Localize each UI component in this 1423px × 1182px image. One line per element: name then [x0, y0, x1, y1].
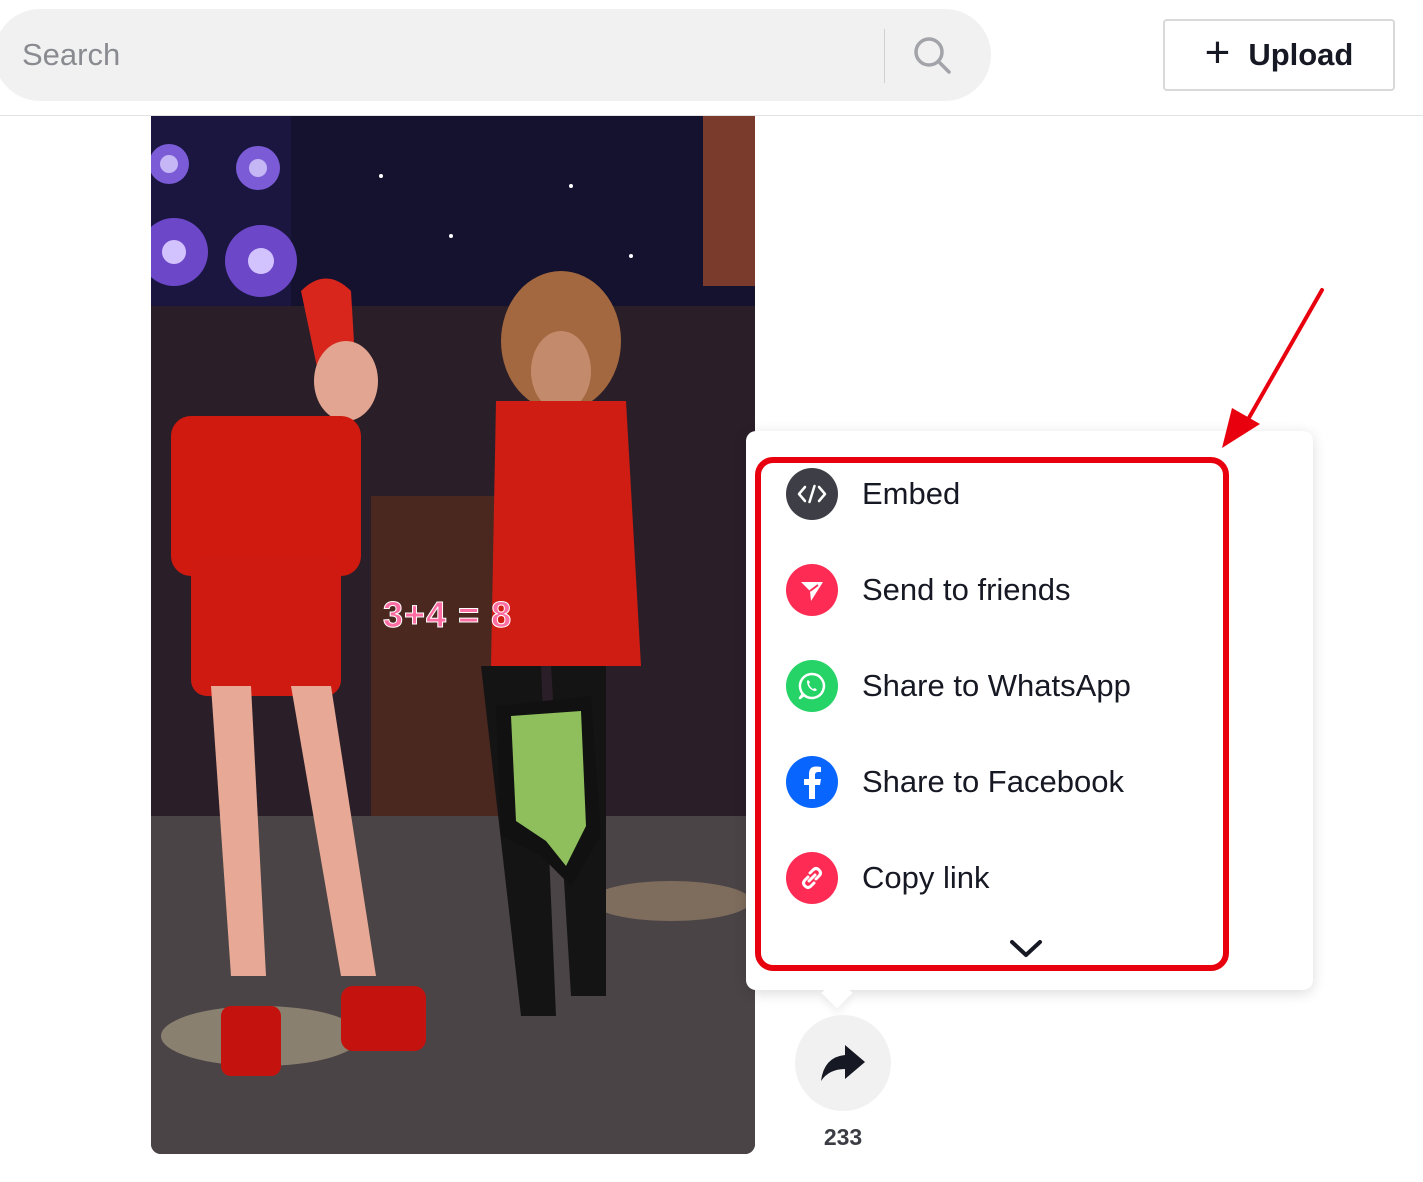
search-divider	[884, 29, 885, 83]
chevron-down-icon	[1010, 940, 1042, 957]
video-player[interactable]: 3+4 = 8	[151, 116, 755, 1154]
share-button[interactable]	[795, 1015, 891, 1111]
plus-icon: +	[1204, 28, 1231, 77]
annotation-arrow	[1222, 288, 1324, 448]
search-button[interactable]	[899, 23, 965, 87]
more-options-button[interactable]	[1005, 934, 1047, 964]
menu-item-label: Share to Facebook	[862, 764, 1124, 799]
top-bar: + Upload	[0, 0, 1423, 116]
menu-item-label: Send to friends	[862, 572, 1071, 607]
link-icon	[786, 852, 838, 904]
search-bar	[0, 9, 991, 101]
video-overlay-text: 3+4 = 8	[382, 594, 513, 636]
menu-item-share-facebook[interactable]: Share to Facebook	[786, 756, 1206, 808]
send-icon	[786, 564, 838, 616]
share-arrow-icon	[821, 1045, 865, 1081]
whatsapp-icon	[786, 660, 838, 712]
menu-item-label: Share to WhatsApp	[862, 668, 1131, 703]
facebook-icon	[786, 756, 838, 808]
menu-item-send-to-friends[interactable]: Send to friends	[786, 564, 1206, 616]
embed-icon	[786, 468, 838, 520]
upload-label: Upload	[1248, 37, 1354, 72]
search-icon	[914, 37, 951, 74]
menu-item-share-whatsapp[interactable]: Share to WhatsApp	[786, 660, 1206, 712]
share-count: 233	[823, 1124, 863, 1150]
menu-item-copy-link[interactable]: Copy link	[786, 852, 1206, 904]
menu-item-label: Copy link	[862, 860, 990, 895]
upload-button[interactable]: + Upload	[1163, 19, 1395, 91]
menu-item-label: Embed	[862, 476, 961, 511]
menu-item-embed[interactable]: Embed	[786, 468, 1206, 520]
search-input[interactable]	[22, 9, 862, 101]
